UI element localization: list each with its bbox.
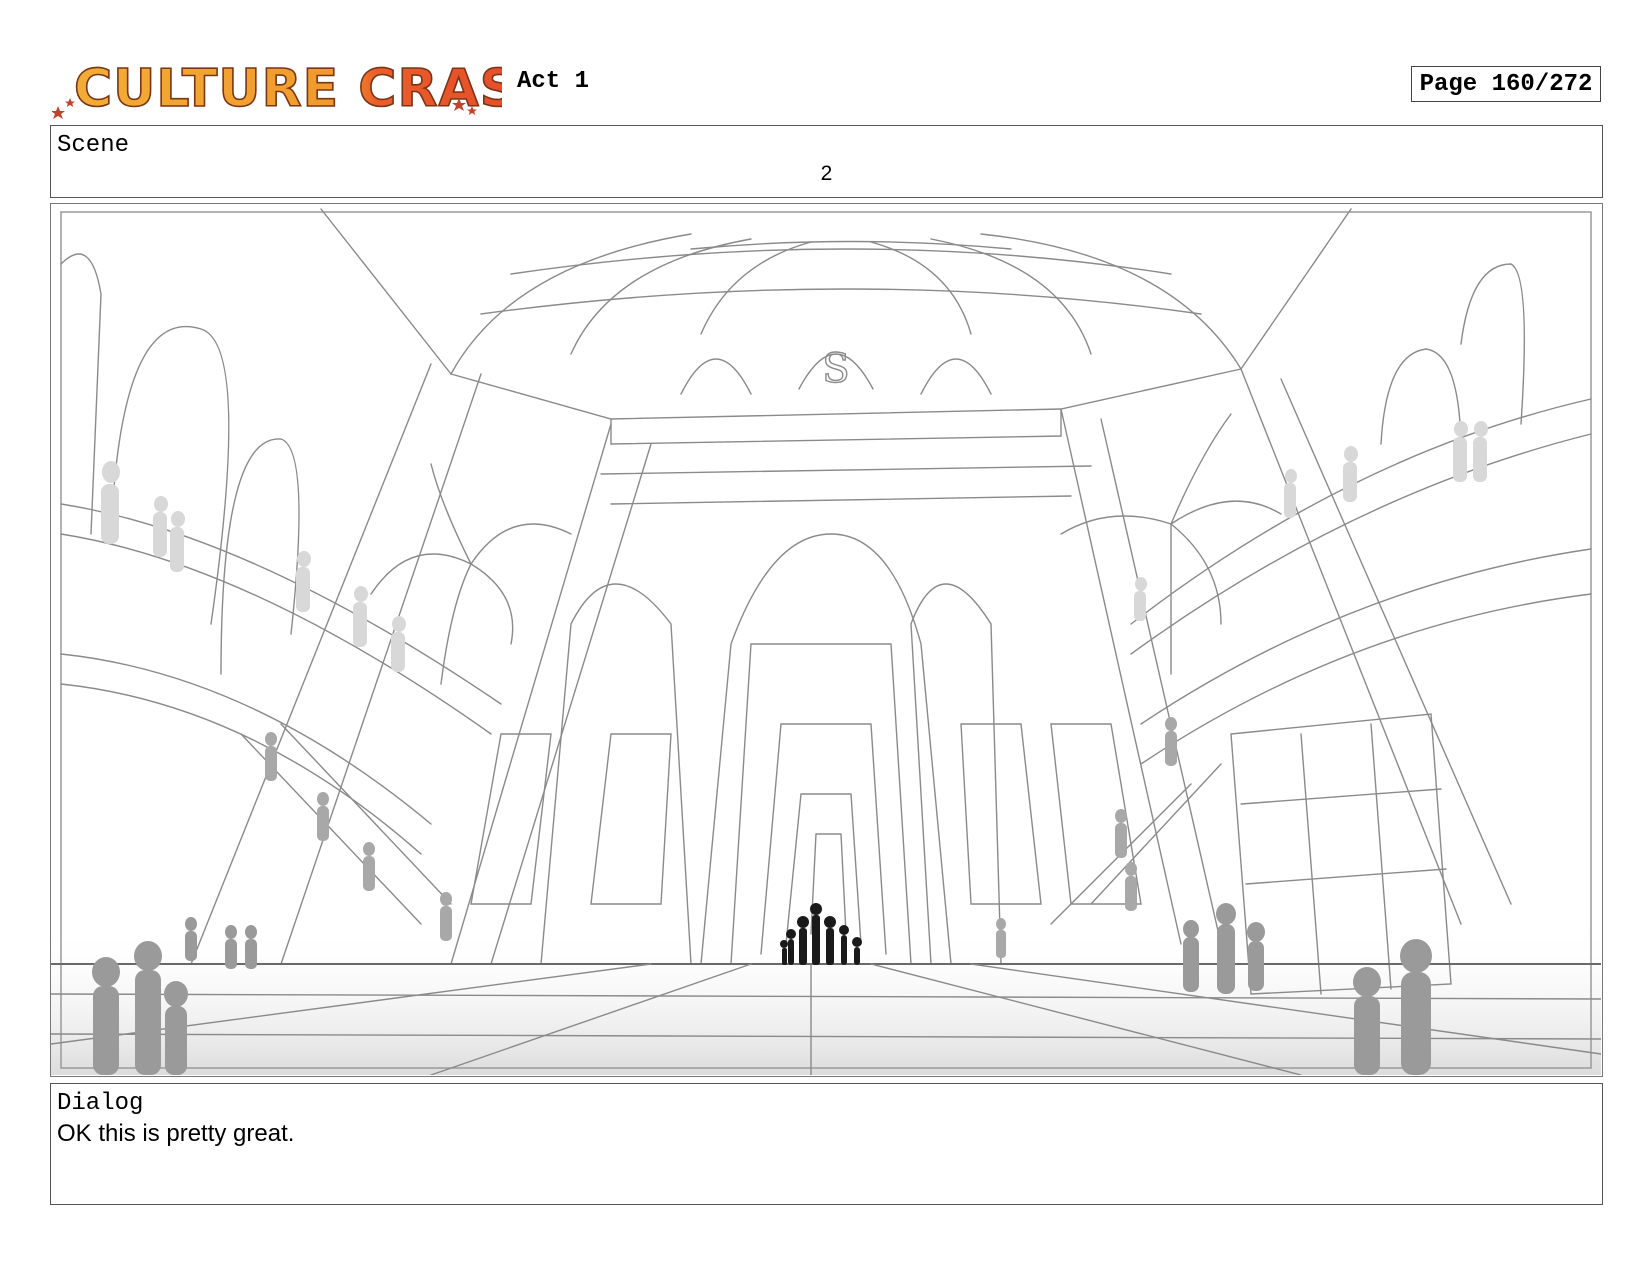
page-indicator: Page 160/272 (1411, 66, 1601, 102)
culture-crash-logo: CULTURE CRASH (52, 50, 502, 120)
act-label: Act 1 (517, 68, 590, 95)
sign-letter: S (822, 346, 849, 392)
scene-box: Scene 2 (50, 125, 1603, 198)
dialog-box: Dialog OK this is pretty great. (50, 1083, 1603, 1205)
scene-label: Scene (57, 132, 130, 159)
dialog-text: OK this is pretty great. (57, 1120, 295, 1147)
page-indicator-text: Page 160/272 (1419, 70, 1593, 98)
scene-number: 2 (820, 162, 833, 185)
star-icon (52, 98, 75, 119)
storyboard-panel: S (50, 203, 1603, 1077)
dialog-label: Dialog (57, 1090, 144, 1117)
logo-graphic: CULTURE CRASH (52, 58, 502, 120)
logo-text: CULTURE CRASH (74, 59, 502, 119)
storyboard-sketch: S (51, 204, 1601, 1075)
